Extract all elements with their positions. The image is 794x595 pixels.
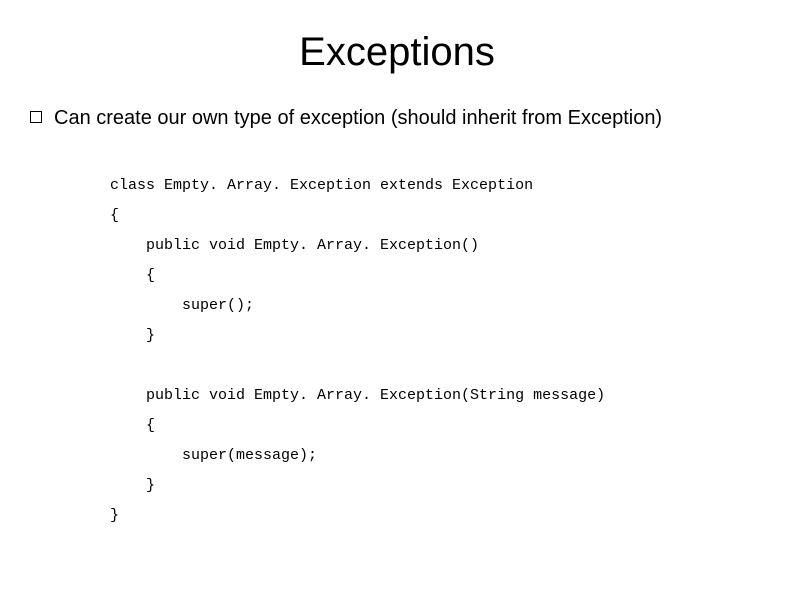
bullet-text: Can create our own type of exception (sh…	[54, 105, 662, 131]
slide-title: Exceptions	[20, 30, 774, 75]
slide-container: Exceptions Can create our own type of ex…	[0, 0, 794, 595]
bullet-row: Can create our own type of exception (sh…	[20, 105, 774, 131]
code-block: class Empty. Array. Exception extends Ex…	[20, 171, 774, 531]
square-bullet-icon	[30, 111, 42, 123]
